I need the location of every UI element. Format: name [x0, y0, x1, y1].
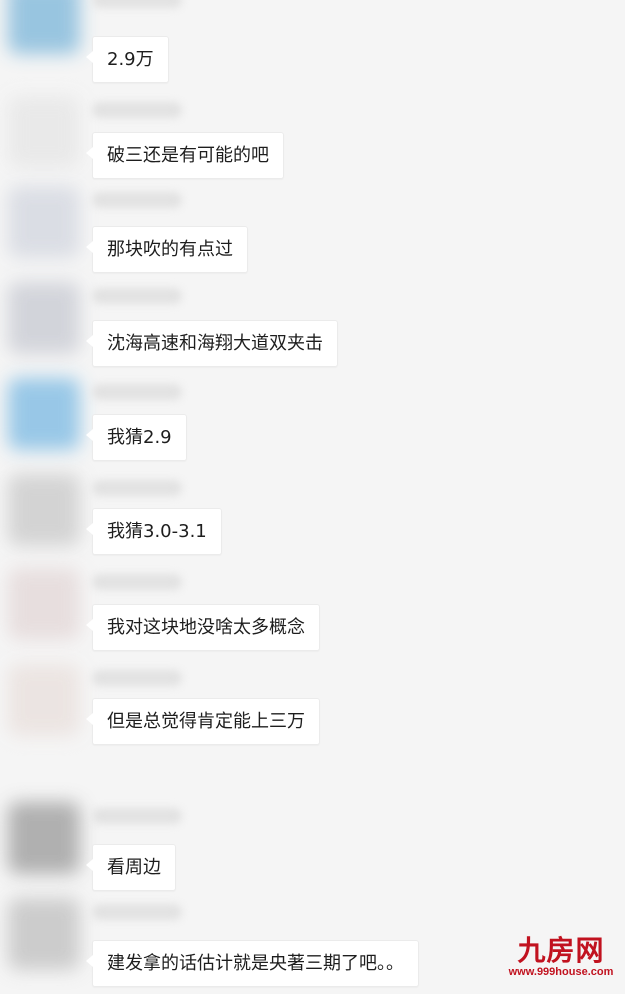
message-row: 那块吹的有点过 — [0, 186, 625, 282]
avatar[interactable] — [8, 378, 80, 450]
message-row: 看周边 — [0, 802, 625, 898]
avatar[interactable] — [8, 474, 80, 546]
message-bubble[interactable]: 但是总觉得肯定能上三万 — [86, 698, 320, 745]
message-row: 我猜2.9 — [0, 378, 625, 474]
message-row: 但是总觉得肯定能上三万 — [0, 664, 625, 760]
sender-name — [92, 808, 182, 824]
message-row: 我对这块地没啥太多概念 — [0, 568, 625, 664]
message-row: 2.9万 — [0, 0, 625, 96]
sender-name — [92, 192, 182, 208]
message-bubble[interactable]: 我猜2.9 — [86, 414, 187, 461]
sender-name — [92, 480, 182, 496]
message-row: 建发拿的话估计就是央著三期了吧。。 — [0, 898, 625, 994]
message-row: 破三还是有可能的吧 — [0, 96, 625, 192]
avatar[interactable] — [8, 568, 80, 640]
sender-name — [92, 102, 182, 118]
message-row: 我猜3.0-3.1 — [0, 474, 625, 570]
message-bubble[interactable]: 2.9万 — [86, 36, 169, 83]
avatar[interactable] — [8, 282, 80, 354]
avatar[interactable] — [8, 0, 80, 54]
message-row: 沈海高速和海翔大道双夹击 — [0, 282, 625, 378]
message-bubble[interactable]: 破三还是有可能的吧 — [86, 132, 284, 179]
avatar[interactable] — [8, 96, 80, 168]
sender-name — [92, 574, 182, 590]
message-bubble[interactable]: 建发拿的话估计就是央著三期了吧。。 — [86, 940, 419, 987]
message-bubble[interactable]: 那块吹的有点过 — [86, 226, 248, 273]
message-bubble[interactable]: 看周边 — [86, 844, 176, 891]
sender-name — [92, 288, 182, 304]
avatar[interactable] — [8, 898, 80, 970]
message-bubble[interactable]: 我猜3.0-3.1 — [86, 508, 222, 555]
sender-name — [92, 384, 182, 400]
message-bubble[interactable]: 沈海高速和海翔大道双夹击 — [86, 320, 338, 367]
sender-name — [92, 670, 182, 686]
sender-name — [92, 0, 182, 8]
avatar[interactable] — [8, 664, 80, 736]
message-bubble[interactable]: 我对这块地没啥太多概念 — [86, 604, 320, 651]
sender-name — [92, 904, 182, 920]
avatar[interactable] — [8, 186, 80, 258]
avatar[interactable] — [8, 802, 80, 874]
